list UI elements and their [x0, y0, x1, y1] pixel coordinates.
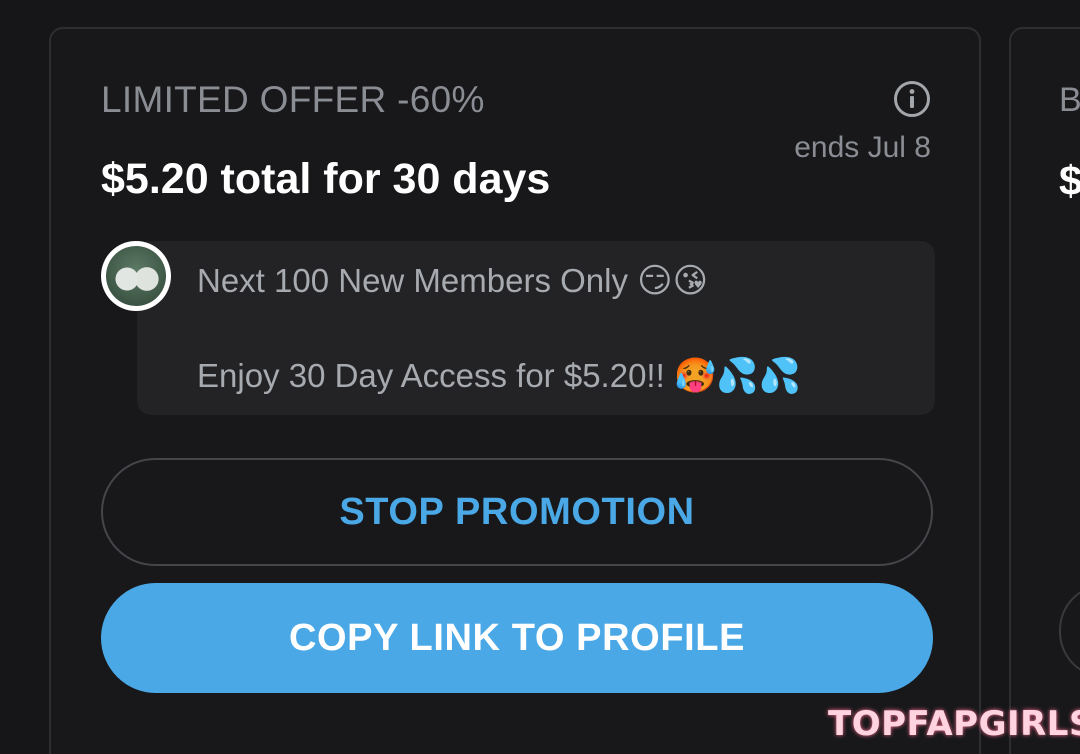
offer-price: $5.20 total for 30 days — [101, 155, 551, 203]
avatar-image — [106, 246, 166, 306]
offer-title: LIMITED OFFER -60% — [101, 79, 485, 120]
message-line-1-text: Next 100 New Members Only — [197, 262, 628, 299]
message-line-2-text: Enjoy 30 Day Access for $5.20!! — [197, 357, 665, 394]
promotion-card: LIMITED OFFER -60% ends Jul 8 $5.20 tota… — [49, 27, 981, 754]
info-circle-icon[interactable] — [893, 80, 931, 118]
avatar[interactable] — [101, 241, 171, 311]
offer-end-date: ends Jul 8 — [794, 131, 931, 164]
watermark: TOPFAPGIRLS — [828, 704, 1080, 744]
next-card-price: $ — [1059, 157, 1080, 205]
next-card-button[interactable] — [1059, 584, 1080, 678]
message-line-2: Enjoy 30 Day Access for $5.20!! 🥵💦💦 — [197, 356, 801, 396]
next-card-title: B — [1059, 81, 1080, 119]
hot-face-sweat-emoji: 🥵💦💦 — [673, 356, 801, 396]
screen: LIMITED OFFER -60% ends Jul 8 $5.20 tota… — [0, 0, 1080, 754]
copy-link-button[interactable]: COPY LINK TO PROFILE — [101, 583, 933, 693]
message-line-1: Next 100 New Members Only 😏😘 — [197, 261, 708, 301]
promotion-message: Next 100 New Members Only 😏😘 Enjoy 30 Da… — [137, 241, 935, 415]
next-promotion-card[interactable]: B $ — [1009, 27, 1080, 754]
smirk-kiss-emoji: 😏😘 — [637, 261, 709, 301]
stop-promotion-button[interactable]: STOP PROMOTION — [101, 458, 933, 566]
